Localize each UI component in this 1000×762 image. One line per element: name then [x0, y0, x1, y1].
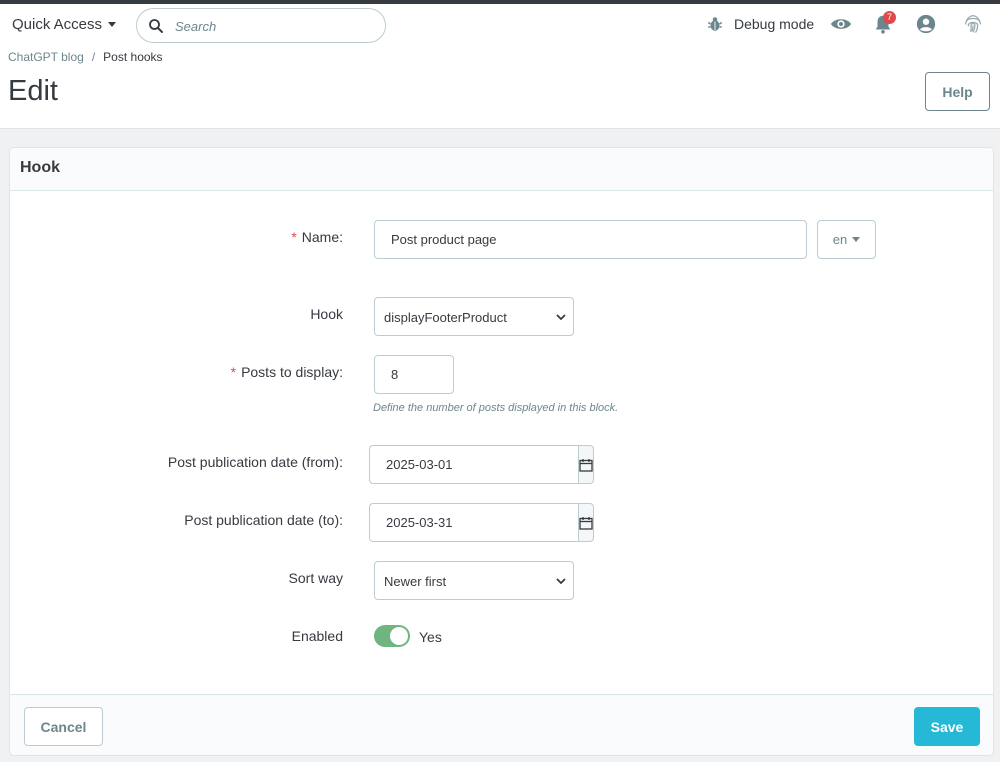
hook-label: Hook: [310, 306, 343, 322]
top-bar: Quick Access Debug mode 7: [0, 4, 1000, 48]
user-icon[interactable]: [915, 13, 937, 35]
required-mark: *: [230, 364, 237, 380]
calendar-icon: [579, 458, 593, 472]
enabled-toggle[interactable]: [374, 625, 410, 647]
date-from-field: [369, 445, 594, 484]
sort-way-select[interactable]: Newer first: [374, 561, 574, 600]
breadcrumb-parent[interactable]: ChatGPT blog: [8, 50, 84, 64]
date-to-input[interactable]: [369, 503, 578, 542]
date-to-picker-button[interactable]: [578, 503, 594, 542]
caret-down-icon: [852, 237, 861, 242]
date-from-input[interactable]: [369, 445, 578, 484]
fingerprint-icon[interactable]: [962, 13, 984, 35]
breadcrumb-current: Post hooks: [103, 50, 163, 64]
help-button[interactable]: Help: [925, 72, 990, 111]
breadcrumb-separator: /: [91, 50, 96, 64]
date-to-label: Post publication date (to):: [184, 512, 343, 528]
posts-to-display-label: * Posts to display:: [230, 364, 343, 380]
language-label: en: [832, 232, 848, 247]
page-title: Edit: [8, 75, 58, 107]
bug-icon: [707, 17, 723, 31]
date-to-field: [369, 503, 594, 542]
date-from-picker-button[interactable]: [578, 445, 594, 484]
debug-mode-indicator[interactable]: Debug mode: [706, 15, 814, 33]
cancel-button[interactable]: Cancel: [24, 707, 103, 746]
search-bar: [136, 8, 386, 43]
toggle-knob: [390, 627, 408, 645]
breadcrumb: ChatGPT blog / Post hooks: [8, 50, 163, 64]
language-dropdown[interactable]: en: [817, 220, 876, 259]
posts-help-text: Define the number of posts displayed in …: [373, 402, 619, 414]
enabled-value: Yes: [419, 629, 442, 645]
hook-select[interactable]: displayFooterProduct: [374, 297, 574, 336]
required-mark: *: [291, 229, 297, 245]
enabled-label: Enabled: [291, 628, 343, 644]
debug-mode-label: Debug mode: [734, 16, 815, 32]
caret-down-icon: [108, 22, 117, 27]
eye-icon[interactable]: [830, 13, 852, 35]
panel-title: Hook: [10, 148, 993, 191]
sort-way-select-wrap: Newer first: [374, 561, 574, 600]
quick-access-label: Quick Access: [12, 16, 103, 33]
notification-badge: 7: [883, 11, 896, 24]
hook-form-panel: Hook *Name: en Hook displayFooterProduct…: [9, 147, 994, 756]
panel-footer: Cancel Save: [10, 694, 993, 755]
page-header: ChatGPT blog / Post hooks Edit Help: [0, 48, 1000, 129]
calendar-icon: [579, 516, 593, 530]
name-input[interactable]: [374, 220, 807, 259]
search-input[interactable]: [175, 17, 375, 35]
search-icon: [149, 19, 163, 33]
save-button[interactable]: Save: [914, 707, 980, 746]
quick-access-dropdown[interactable]: Quick Access: [12, 16, 117, 33]
posts-to-display-input[interactable]: [374, 355, 454, 394]
name-label: * Name:: [291, 229, 343, 245]
hook-select-wrap: displayFooterProduct: [374, 297, 574, 336]
date-from-label: Post publication date (from):: [167, 454, 343, 470]
sort-way-label: Sort way: [288, 570, 343, 586]
